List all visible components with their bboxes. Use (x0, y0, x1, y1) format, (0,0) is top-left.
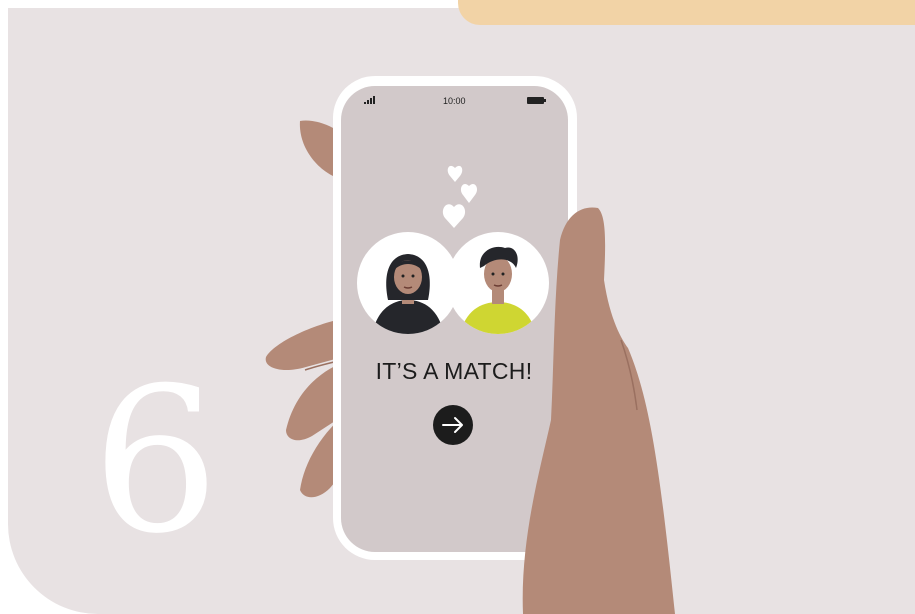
match-headline: IT’S A MATCH! (375, 358, 533, 384)
status-time: 10:00 (443, 96, 466, 106)
arrow-right-icon (442, 417, 463, 433)
battery-icon (527, 97, 544, 104)
phone-scene (265, 76, 675, 614)
next-button[interactable] (433, 405, 473, 445)
